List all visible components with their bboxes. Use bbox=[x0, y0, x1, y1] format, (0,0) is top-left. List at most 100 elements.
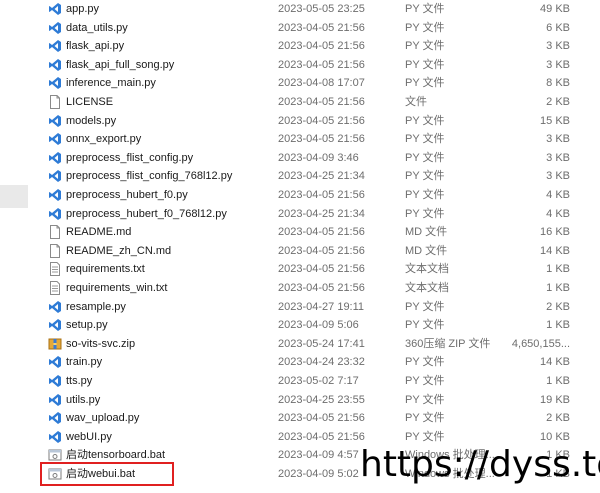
file-name[interactable]: LICENSE bbox=[66, 93, 113, 112]
file-row[interactable]: preprocess_hubert_f0.py 2023-04-05 21:56 P… bbox=[0, 186, 600, 205]
file-size: 4 KB bbox=[546, 189, 570, 201]
file-row[interactable]: README.md 2023-04-05 21:56 MD 文件 16 KB bbox=[0, 223, 600, 242]
file-name[interactable]: models.py bbox=[66, 112, 116, 131]
file-name[interactable]: wav_upload.py bbox=[66, 409, 139, 428]
file-modified-date: 2023-05-02 7:17 bbox=[278, 375, 359, 387]
file-row[interactable]: preprocess_flist_config.py 2023-04-09 3:4… bbox=[0, 149, 600, 168]
file-explorer-view: app.py 2023-05-05 23:25 PY 文件 49 KB data_uti… bbox=[0, 0, 600, 493]
file-name[interactable]: preprocess_hubert_f0_768l12.py bbox=[66, 205, 227, 224]
file-row[interactable]: models.py 2023-04-05 21:56 PY 文件 15 KB bbox=[0, 112, 600, 131]
file-row[interactable]: preprocess_flist_config_768l12.py 2023-04… bbox=[0, 167, 600, 186]
file-row[interactable]: so-vits-svc.zip 2023-05-24 17:41 360压缩 ZIP… bbox=[0, 335, 600, 354]
file-modified-date: 2023-04-27 19:11 bbox=[278, 300, 365, 313]
file-type: 文件 bbox=[405, 96, 427, 108]
batch-file-icon bbox=[48, 448, 62, 462]
file-modified-date: 2023-04-05 21:56 bbox=[278, 96, 365, 108]
python-file-icon bbox=[48, 132, 62, 146]
file-name[interactable]: README.md bbox=[66, 223, 131, 242]
file-size: 16 KB bbox=[540, 226, 570, 239]
file-row[interactable]: data_utils.py 2023-04-05 21:56 PY 文件 6 KB bbox=[0, 19, 600, 38]
highlight-annotation-box bbox=[40, 462, 174, 486]
file-size: 3 KB bbox=[546, 58, 570, 71]
file-modified-date: 2023-04-05 21:56 bbox=[278, 244, 365, 257]
python-file-icon bbox=[48, 430, 62, 444]
file-size: 4,650,155... bbox=[511, 337, 570, 350]
file-modified-date: 2023-04-09 4:57 bbox=[278, 449, 359, 462]
file-size: 3 KB bbox=[546, 170, 570, 183]
file-type: PY 文件 bbox=[405, 412, 445, 425]
file-name[interactable]: requirements_win.txt bbox=[66, 279, 168, 298]
file-modified-date: 2023-04-05 21:56 bbox=[278, 58, 365, 71]
file-modified-date: 2023-04-24 23:32 bbox=[278, 356, 365, 369]
file-type: 文本文档 bbox=[405, 263, 449, 276]
python-file-icon bbox=[48, 169, 62, 183]
file-row[interactable]: requirements.txt 2023-04-05 21:56 文本文档 1 KB bbox=[0, 260, 600, 279]
file-row[interactable]: utils.py 2023-04-25 23:55 PY 文件 19 KB bbox=[0, 391, 600, 410]
file-row[interactable]: preprocess_hubert_f0_768l12.py 2023-04-25… bbox=[0, 205, 600, 224]
python-file-icon bbox=[48, 300, 62, 314]
file-size: 4 KB bbox=[546, 207, 570, 220]
file-name[interactable]: so-vits-svc.zip bbox=[66, 335, 135, 354]
file-row[interactable]: LICENSE 2023-04-05 21:56 文件 2 KB bbox=[0, 93, 600, 112]
file-row[interactable]: flask_api.py 2023-04-05 21:56 PY 文件 3 KB bbox=[0, 37, 600, 56]
file-name[interactable]: setup.py bbox=[66, 316, 108, 335]
file-name[interactable]: requirements.txt bbox=[66, 260, 145, 279]
blank-file-icon bbox=[48, 243, 62, 258]
file-size: 2 KB bbox=[546, 96, 570, 108]
file-type: PY 文件 bbox=[405, 58, 445, 71]
file-size: 8 KB bbox=[546, 77, 570, 90]
file-size: 3 KB bbox=[546, 133, 570, 146]
python-file-icon bbox=[48, 393, 62, 407]
file-row[interactable]: onnx_export.py 2023-04-05 21:56 PY 文件 3 KB bbox=[0, 130, 600, 149]
file-name[interactable]: flask_api_full_song.py bbox=[66, 56, 174, 75]
text-file-icon bbox=[48, 281, 62, 295]
file-name[interactable]: data_utils.py bbox=[66, 19, 128, 38]
file-modified-date: 2023-04-05 21:56 bbox=[278, 226, 365, 239]
file-size: 14 KB bbox=[540, 356, 570, 369]
file-modified-date: 2023-04-25 21:34 bbox=[278, 207, 365, 220]
python-file-icon bbox=[48, 318, 62, 332]
file-name[interactable]: resample.py bbox=[66, 298, 126, 317]
file-row[interactable]: README_zh_CN.md 2023-04-05 21:56 MD 文件 14 K… bbox=[0, 242, 600, 261]
file-name[interactable]: preprocess_flist_config_768l12.py bbox=[66, 167, 232, 186]
file-row[interactable]: flask_api_full_song.py 2023-04-05 21:56 PY… bbox=[0, 56, 600, 75]
file-type: PY 文件 bbox=[405, 375, 445, 387]
file-name[interactable]: utils.py bbox=[66, 391, 100, 410]
file-name[interactable]: flask_api.py bbox=[66, 37, 124, 56]
python-file-icon bbox=[48, 151, 62, 165]
file-name[interactable]: preprocess_flist_config.py bbox=[66, 149, 193, 168]
file-size: 14 KB bbox=[540, 244, 570, 257]
file-name[interactable]: train.py bbox=[66, 353, 102, 372]
file-row[interactable]: resample.py 2023-04-27 19:11 PY 文件 2 KB bbox=[0, 298, 600, 317]
file-row[interactable]: train.py 2023-04-24 23:32 PY 文件 14 KB bbox=[0, 353, 600, 372]
python-file-icon bbox=[48, 374, 62, 388]
file-row[interactable]: setup.py 2023-04-09 5:06 PY 文件 1 KB bbox=[0, 316, 600, 335]
file-name[interactable]: tts.py bbox=[66, 372, 92, 391]
file-type: PY 文件 bbox=[405, 319, 445, 332]
file-name[interactable]: webUI.py bbox=[66, 428, 112, 447]
file-type: PY 文件 bbox=[405, 356, 445, 369]
file-modified-date: 2023-04-09 5:02 bbox=[278, 468, 359, 480]
python-file-icon bbox=[48, 76, 62, 90]
file-size: 2 KB bbox=[546, 412, 570, 425]
python-file-icon bbox=[48, 21, 62, 35]
file-row[interactable]: app.py 2023-05-05 23:25 PY 文件 49 KB bbox=[0, 0, 600, 19]
watermark-url: https://dyss.top bbox=[360, 444, 600, 485]
file-modified-date: 2023-04-25 23:55 bbox=[278, 393, 365, 406]
file-type: PY 文件 bbox=[405, 40, 445, 53]
file-row[interactable]: wav_upload.py 2023-04-05 21:56 PY 文件 2 KB bbox=[0, 409, 600, 428]
file-name[interactable]: README_zh_CN.md bbox=[66, 242, 171, 261]
file-row[interactable]: inference_main.py 2023-04-08 17:07 PY 文件 8 … bbox=[0, 74, 600, 93]
file-size: 3 KB bbox=[546, 151, 570, 164]
file-name[interactable]: app.py bbox=[66, 0, 99, 19]
file-name[interactable]: preprocess_hubert_f0.py bbox=[66, 186, 188, 205]
file-type: 360压缩 ZIP 文件 bbox=[405, 337, 491, 350]
file-row[interactable]: tts.py 2023-05-02 7:17 PY 文件 1 KB bbox=[0, 372, 600, 391]
file-modified-date: 2023-04-05 21:56 bbox=[278, 133, 365, 146]
file-row[interactable]: requirements_win.txt 2023-04-05 21:56 文本文档… bbox=[0, 279, 600, 298]
blank-file-icon bbox=[48, 95, 62, 109]
file-name[interactable]: onnx_export.py bbox=[66, 130, 141, 149]
python-file-icon bbox=[48, 2, 62, 16]
file-name[interactable]: inference_main.py bbox=[66, 74, 156, 93]
file-size: 15 KB bbox=[540, 114, 570, 127]
